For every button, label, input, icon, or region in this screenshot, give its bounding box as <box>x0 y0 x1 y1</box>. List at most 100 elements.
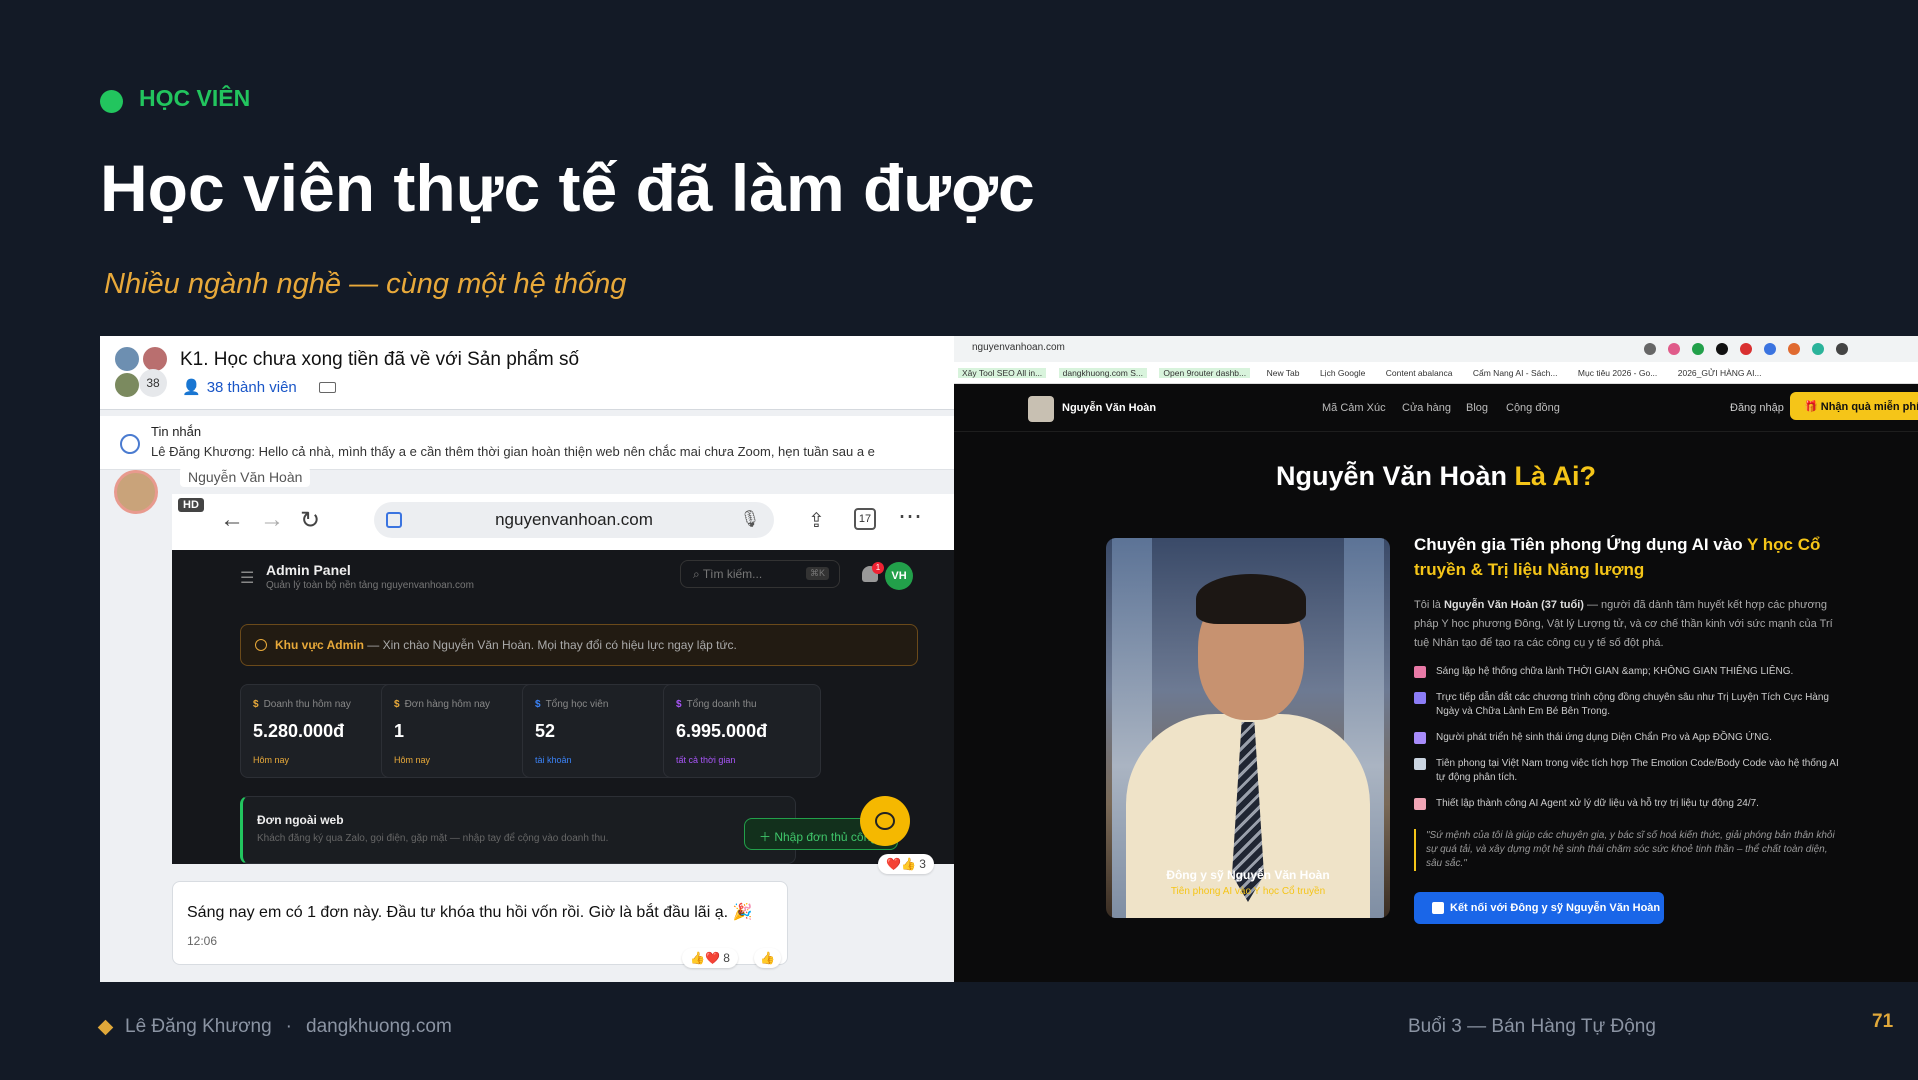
nav-link[interactable]: Blog <box>1466 402 1488 414</box>
hero-name: Nguyễn Văn Hoàn <box>1275 461 1515 491</box>
back-icon[interactable]: ← <box>220 506 244 534</box>
admin-search[interactable]: ⌕ Tìm kiếm... ⌘K <box>680 560 840 588</box>
stat-value: 5.280.000đ <box>253 721 345 741</box>
stat-card: $ Doanh thu hôm nay 5.280.000đ Hôm nay <box>240 684 398 778</box>
plus-icon: ＋ <box>759 830 775 844</box>
stat-card: $ Tổng học viên 52 tài khoản <box>522 684 680 778</box>
footer-left: Lê Đăng Khương · dangkhuong.com <box>97 1016 452 1038</box>
extension-icon[interactable] <box>1668 343 1680 355</box>
nav-link[interactable]: Cửa hàng <box>1402 402 1451 414</box>
url-text: nguyenvanhoan.com <box>495 510 653 529</box>
members-count: 38 thành viên <box>206 378 297 396</box>
message-time: 12:06 <box>187 934 218 948</box>
url-bar[interactable]: nguyenvanhoan.com 🎙 <box>374 502 774 538</box>
section-tag-label: HỌC VIÊN <box>139 85 251 111</box>
bookmark[interactable]: Mục tiêu 2026 - Go... <box>1574 368 1661 378</box>
member-avatar[interactable] <box>113 371 141 399</box>
mic-icon[interactable]: 🎙 <box>740 502 760 538</box>
intro-a: Tôi là <box>1414 599 1444 611</box>
stat-sub: Hôm nay <box>394 755 431 765</box>
site-logo[interactable] <box>1028 396 1054 422</box>
reaction-bar[interactable]: ❤️👍 3 <box>878 854 934 874</box>
forward-icon[interactable]: → <box>260 506 284 534</box>
login-link[interactable]: Đăng nhập <box>1730 402 1784 414</box>
members-link[interactable]: 👤 38 thành viên <box>182 378 336 396</box>
dollar-icon: $ <box>676 699 682 710</box>
search-icon: ⌕ <box>693 567 703 581</box>
bookmark[interactable]: 2026_GỬI HÀNG AI... <box>1674 368 1766 378</box>
diamond-icon <box>97 1019 114 1035</box>
user-avatar[interactable]: VH <box>885 562 913 590</box>
extension-icon[interactable] <box>1788 343 1800 355</box>
extension-icon[interactable] <box>1812 343 1824 355</box>
tabs-count[interactable]: 17 <box>854 508 876 530</box>
photo-subcaption: Tiên phong AI vào Y học Cổ truyền <box>1170 886 1326 897</box>
stat-value: 1 <box>394 721 405 741</box>
bookmark[interactable]: Xây Tool SEO All in... <box>958 368 1047 378</box>
bookmark[interactable]: Content abalanca <box>1382 368 1457 378</box>
hero-accent: Là Ai? <box>1514 461 1597 491</box>
photo-caption: Đông y sỹ Nguyễn Văn Hoàn <box>1166 868 1330 882</box>
extension-icon[interactable] <box>1644 343 1656 355</box>
extension-icon[interactable] <box>1692 343 1704 355</box>
stat-value: 52 <box>535 721 556 741</box>
stat-label: Đơn hàng hôm nay <box>404 699 491 710</box>
site-settings-icon[interactable] <box>386 512 402 528</box>
website-screenshot: nguyenvanhoan.com Xây Tool SEO All in...… <box>954 336 1918 982</box>
reaction-count: 8 <box>723 951 730 965</box>
reaction-bar[interactable]: 👍❤️ 8 <box>682 948 738 968</box>
extension-icon[interactable] <box>1716 343 1728 355</box>
free-gift-label: Nhận quà miễn phí <box>1820 401 1918 413</box>
bookmark[interactable]: New Tab <box>1263 368 1304 378</box>
bookmark[interactable]: Cẩm Nang AI - Sách... <box>1469 368 1562 378</box>
site-brand[interactable]: Nguyễn Văn Hoàn <box>1062 402 1156 414</box>
connect-button[interactable]: Kết nối với Đông y sỹ Nguyễn Văn Hoàn <box>1414 892 1664 924</box>
bullet-text: Tiên phong tại Việt Nam trong việc tích … <box>1436 758 1839 783</box>
page-number: 71 <box>1872 1011 1894 1032</box>
sender-avatar[interactable] <box>114 470 158 514</box>
bullet-icon <box>1414 666 1426 678</box>
message-icon <box>120 434 140 454</box>
avatar-count: 38 <box>139 369 167 397</box>
about-column: Chuyên gia Tiên phong Ứng dụng AI vào Y … <box>1414 532 1844 871</box>
mission-quote: "Sứ mệnh của tôi là giúp các chuyên gia,… <box>1414 829 1844 871</box>
stat-value: 6.995.000đ <box>676 721 768 741</box>
nav-link[interactable]: Mã Cảm Xúc <box>1322 402 1386 414</box>
search-placeholder: Tìm kiếm... <box>702 567 763 581</box>
offweb-panel: Đơn ngoài web Khách đăng ký qua Zalo, gọ… <box>240 796 796 864</box>
footer-separator: · <box>285 1016 292 1037</box>
dollar-icon: $ <box>253 699 259 710</box>
notification-badge: 1 <box>872 562 884 574</box>
more-icon[interactable]: ⋯ <box>898 502 922 531</box>
share-icon[interactable]: ⇪ <box>808 508 825 533</box>
thumbs-up-icon: 👍 <box>760 951 775 965</box>
admin-alert: Khu vực Admin — Xin chào Nguyễn Văn Hoàn… <box>240 624 918 666</box>
chat-screenshot: 38 K1. Học chưa xong tiền đã về với Sản … <box>100 336 954 982</box>
heart-icon: ❤️ <box>886 857 901 871</box>
stat-label: Tổng học viên <box>545 699 609 710</box>
chat-fab-button[interactable] <box>860 796 910 846</box>
free-gift-button[interactable]: 🎁 Nhận quà miễn phí <box>1790 392 1918 420</box>
reload-icon[interactable]: ↻ <box>300 506 320 535</box>
extension-icon[interactable] <box>1764 343 1776 355</box>
extension-icon[interactable] <box>1740 343 1752 355</box>
bookmark[interactable]: dangkhuong.com S... <box>1058 368 1147 378</box>
bullet-item: Người phát triển hệ sinh thái ứng dụng D… <box>1414 731 1844 745</box>
shared-image[interactable]: ← → ↻ nguyenvanhoan.com 🎙 ⇪ 17 ⋯ HD ☰ Ad… <box>172 494 954 864</box>
pinned-message[interactable]: Tin nhắn Lê Đăng Khương: Hello cả nhà, m… <box>100 416 954 470</box>
pinned-text: Lê Đăng Khương: Hello cả nhà, mình thấy … <box>151 444 875 459</box>
message-text: Sáng nay em có 1 đơn này. Đầu tư khóa th… <box>187 904 753 921</box>
menu-icon[interactable]: ☰ <box>240 568 254 588</box>
nav-link[interactable]: Cộng đồng <box>1506 402 1560 414</box>
bullet-text: Trực tiếp dẫn dắt các chương trình cộng … <box>1436 692 1829 717</box>
stat-sub: tất cả thời gian <box>676 755 736 765</box>
member-avatar[interactable] <box>113 345 141 373</box>
chat-bubble-icon <box>875 812 895 830</box>
react-button[interactable]: 👍 <box>754 948 781 968</box>
bookmark[interactable]: Lịch Google <box>1316 368 1369 378</box>
bookmark[interactable]: Open 9router dashb... <box>1159 368 1251 378</box>
extension-icon[interactable] <box>1836 343 1848 355</box>
browser-url[interactable]: nguyenvanhoan.com <box>972 342 1065 353</box>
tag-icon[interactable] <box>318 381 336 393</box>
profile-photo: Đông y sỹ Nguyễn Văn Hoàn Tiên phong AI … <box>1106 538 1390 918</box>
